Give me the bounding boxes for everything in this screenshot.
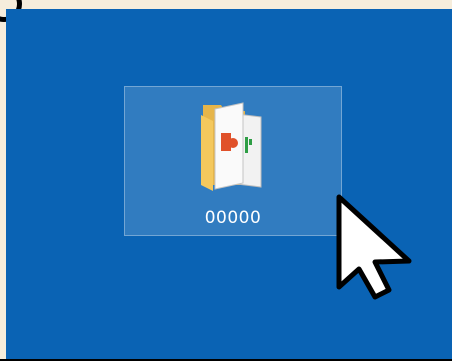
arrow-pointer-icon	[336, 194, 412, 300]
folder-with-documents-icon	[201, 102, 262, 191]
desktop-folder-item[interactable]: 00000	[124, 86, 342, 236]
folder-label[interactable]: 00000	[125, 208, 341, 228]
desktop-background[interactable]: 00000	[6, 9, 452, 361]
